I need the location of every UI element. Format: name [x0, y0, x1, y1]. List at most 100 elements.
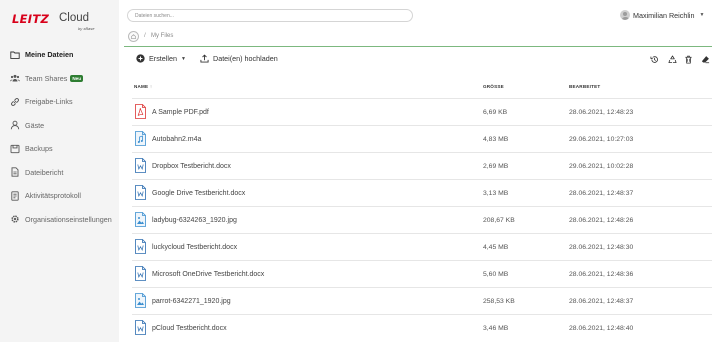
word-file-icon: [135, 185, 146, 200]
sidebar-nav: Meine Dateien Team Shares Neu Freigabe-L…: [0, 43, 119, 231]
file-modified: 28.06.2021, 12:48:26: [569, 217, 634, 224]
sidebar-item-dateibericht[interactable]: Dateibericht: [0, 161, 119, 185]
file-name[interactable]: A Sample PDF.pdf: [152, 109, 209, 116]
sidebar-item-aktivitaetsprotokoll[interactable]: Aktivitätsprotokoll: [0, 184, 119, 208]
file-name[interactable]: pCloud Testbericht.docx: [152, 325, 227, 332]
sidebar-item-label: Team Shares: [25, 73, 68, 83]
sidebar-item-gaeste[interactable]: Gäste: [0, 114, 119, 138]
table-row[interactable]: ladybug-6324263_1920.jpg 208,67 KB 28.06…: [132, 206, 712, 233]
create-label: Erstellen: [149, 54, 177, 63]
file-name[interactable]: ladybug-6324263_1920.jpg: [152, 217, 237, 224]
word-file-icon: [135, 158, 146, 173]
sidebar-item-label: Meine Dateien: [25, 50, 74, 60]
table-row[interactable]: Dropbox Testbericht.docx 2,69 MB 29.06.2…: [132, 152, 712, 179]
sidebar-item-label: Freigabe-Links: [25, 97, 73, 107]
file-size: 4,83 MB: [483, 136, 509, 143]
sidebar-item-meine-dateien[interactable]: Meine Dateien: [0, 43, 119, 67]
upload-icon: [200, 54, 209, 63]
file-size: 4,45 MB: [483, 244, 509, 251]
file-size: 3,13 MB: [483, 190, 509, 197]
user-name: Maximilian Reichlin: [633, 10, 695, 20]
leitz-cloud-logo[interactable]: LEITZ Cloud by xBase: [12, 12, 102, 36]
file-size: 5,60 MB: [483, 271, 509, 278]
file-modified: 28.06.2021, 12:48:37: [569, 190, 634, 197]
table-row[interactable]: pCloud Testbericht.docx 3,46 MB 28.06.20…: [132, 314, 712, 341]
logo-product: Cloud: [59, 12, 90, 24]
file-modified: 28.06.2021, 12:48:30: [569, 244, 634, 251]
file-modified: 29.06.2021, 10:27:03: [569, 136, 634, 143]
sidebar: LEITZ Cloud by xBase Meine Dateien Team …: [0, 0, 119, 342]
sidebar-item-label: Dateibericht: [25, 167, 64, 177]
file-name[interactable]: luckycloud Testbericht.docx: [152, 244, 237, 251]
file-name[interactable]: Microsoft OneDrive Testbericht.docx: [152, 271, 264, 278]
image-file-icon: [135, 212, 146, 227]
image-file-icon: [135, 293, 146, 308]
recycle-icon[interactable]: [668, 55, 677, 64]
backup-icon: [9, 143, 20, 154]
column-header-modified[interactable]: BEARBEITET: [569, 84, 600, 89]
sidebar-item-label: Aktivitätsprotokoll: [25, 191, 81, 201]
word-file-icon: [135, 266, 146, 281]
trash-icon[interactable]: [684, 55, 693, 64]
logo-brand: LEITZ: [12, 12, 50, 26]
file-modified: 29.06.2021, 10:02:28: [569, 163, 634, 170]
team-icon: [9, 73, 20, 84]
file-modified: 28.06.2021, 12:48:40: [569, 325, 634, 332]
column-header-name[interactable]: NAME ↑: [134, 84, 152, 89]
sidebar-item-label: Backups: [25, 144, 53, 154]
table-row[interactable]: Google Drive Testbericht.docx 3,13 MB 28…: [132, 179, 712, 206]
file-name[interactable]: Google Drive Testbericht.docx: [152, 190, 245, 197]
logo-sub: by xBase: [78, 26, 95, 31]
table-row[interactable]: luckycloud Testbericht.docx 4,45 MB 28.0…: [132, 233, 712, 260]
user-menu[interactable]: Maximilian Reichlin ▼: [620, 10, 704, 20]
sort-arrow-icon: ↑: [149, 84, 153, 89]
avatar: [620, 10, 630, 20]
sidebar-item-freigabe-links[interactable]: Freigabe-Links: [0, 90, 119, 114]
sidebar-item-label: Organisationseinstellungen: [25, 214, 112, 224]
table-row[interactable]: Microsoft OneDrive Testbericht.docx 5,60…: [132, 260, 712, 287]
table-row[interactable]: A Sample PDF.pdf 6,69 KB 28.06.2021, 12:…: [132, 98, 712, 125]
audio-file-icon: [135, 131, 146, 146]
file-modified: 28.06.2021, 12:48:36: [569, 271, 634, 278]
file-size: 2,69 MB: [483, 163, 509, 170]
table-row[interactable]: Autobahn2.m4a 4,83 MB 29.06.2021, 10:27:…: [132, 125, 712, 152]
upload-button[interactable]: Datei(en) hochladen: [200, 54, 278, 63]
file-size: 208,67 KB: [483, 217, 515, 224]
file-modified: 28.06.2021, 12:48:37: [569, 298, 634, 305]
table-row[interactable]: parrot-6342271_1920.jpg 258,53 KB 28.06.…: [132, 287, 712, 314]
sidebar-item-organisationseinstellungen[interactable]: Organisationseinstellungen: [0, 208, 119, 232]
column-header-size[interactable]: GRÖSSE: [483, 84, 504, 89]
word-file-icon: [135, 239, 146, 254]
sidebar-item-team-shares[interactable]: Team Shares Neu: [0, 67, 119, 91]
link-icon: [9, 96, 20, 107]
home-icon[interactable]: [128, 31, 139, 42]
breadcrumb-divider: [124, 46, 712, 47]
new-badge: Neu: [70, 74, 84, 82]
breadcrumb-current[interactable]: My Files: [151, 33, 173, 39]
file-size: 258,53 KB: [483, 298, 515, 305]
file-name[interactable]: Dropbox Testbericht.docx: [152, 163, 231, 170]
upload-label: Datei(en) hochladen: [213, 54, 278, 63]
report-icon: [9, 167, 20, 178]
sidebar-item-backups[interactable]: Backups: [0, 137, 119, 161]
eraser-icon[interactable]: [701, 55, 710, 64]
word-file-icon: [135, 320, 146, 335]
file-name[interactable]: Autobahn2.m4a: [152, 136, 201, 143]
column-header-name-label: NAME: [134, 84, 149, 89]
pdf-file-icon: [135, 104, 146, 119]
file-modified: 28.06.2021, 12:48:23: [569, 109, 634, 116]
gear-icon: [9, 214, 20, 225]
file-size: 3,46 MB: [483, 325, 509, 332]
breadcrumb-separator: /: [144, 32, 146, 39]
chevron-down-icon: ▼: [180, 55, 186, 62]
file-name[interactable]: parrot-6342271_1920.jpg: [152, 298, 231, 305]
history-icon[interactable]: [650, 55, 659, 64]
folder-icon: [9, 49, 20, 60]
plus-circle-icon: [136, 54, 145, 63]
user-icon: [9, 120, 20, 131]
activity-log-icon: [9, 190, 20, 201]
create-button[interactable]: Erstellen ▼: [136, 54, 186, 63]
file-size: 6,69 KB: [483, 109, 508, 116]
sidebar-item-label: Gäste: [25, 120, 45, 130]
search-input[interactable]: [127, 9, 413, 22]
